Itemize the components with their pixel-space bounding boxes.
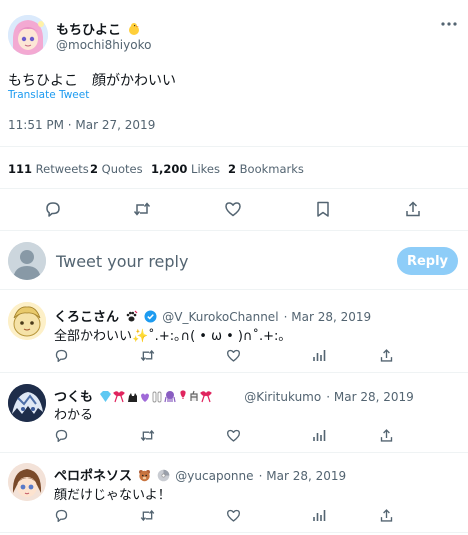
more-icon[interactable] bbox=[441, 21, 457, 27]
reply-avatar[interactable] bbox=[8, 463, 46, 501]
reply-author-handle[interactable]: @Kiritukumo bbox=[244, 390, 321, 404]
reply-text: 顔だけじゃないよ！ bbox=[54, 488, 171, 503]
reply-icon[interactable] bbox=[54, 508, 69, 523]
reply-icon[interactable] bbox=[44, 200, 62, 218]
reply-icon[interactable] bbox=[54, 348, 69, 363]
retweet-icon[interactable] bbox=[140, 348, 155, 363]
reply-date[interactable]: · Mar 28, 2019 bbox=[284, 310, 372, 324]
reply-text: わかる bbox=[54, 408, 94, 423]
like-icon[interactable] bbox=[226, 348, 241, 363]
stat-retweets[interactable]: 111 Retweets bbox=[8, 162, 89, 176]
reply-date[interactable]: · Mar 28, 2019 bbox=[259, 469, 347, 483]
reply-header: ペロポネソス @yucaponne · Mar 28, 2019 bbox=[54, 465, 346, 486]
translate-tweet-link[interactable]: Translate Tweet bbox=[8, 89, 89, 101]
divider bbox=[0, 289, 468, 290]
divider bbox=[0, 532, 468, 533]
divider bbox=[0, 146, 468, 147]
reply-author-handle[interactable]: @yucaponne bbox=[175, 469, 253, 483]
share-icon[interactable] bbox=[379, 508, 394, 523]
stat-count: 2 bbox=[228, 162, 237, 176]
divider bbox=[0, 452, 468, 453]
retweet-icon[interactable] bbox=[133, 200, 151, 218]
author-name-row[interactable]: もちひよこ bbox=[56, 19, 141, 40]
like-icon[interactable] bbox=[226, 508, 241, 523]
share-icon[interactable] bbox=[379, 428, 394, 443]
share-icon[interactable] bbox=[379, 348, 394, 363]
views-icon[interactable] bbox=[312, 428, 327, 443]
reply-avatar[interactable] bbox=[8, 384, 46, 422]
retweet-icon[interactable] bbox=[140, 508, 155, 523]
tweet-timestamp[interactable]: 11:51 PM · Mar 27, 2019 bbox=[8, 118, 155, 132]
stat-label: Bookmarks bbox=[239, 162, 304, 176]
stat-count: 111 bbox=[8, 162, 33, 176]
divider bbox=[0, 230, 468, 231]
reply-button[interactable]: Reply bbox=[397, 247, 458, 275]
tweet-text: もちひよこ 顔がかわいい bbox=[8, 73, 176, 89]
reply-author-name[interactable]: くろこさん bbox=[54, 310, 119, 325]
reply-author-name[interactable]: つくも bbox=[54, 390, 93, 405]
reply-author-name[interactable]: ペロポネソス bbox=[54, 469, 132, 484]
author-name[interactable]: もちひよこ bbox=[56, 23, 121, 38]
stat-label: Retweets bbox=[35, 162, 89, 176]
stat-quotes[interactable]: 2 Quotes bbox=[90, 162, 143, 176]
reply-text: 全部かわいい✨˚.+:｡∩( • ω • )∩˚.+:｡ bbox=[54, 329, 285, 344]
stat-count: 1,200 bbox=[151, 162, 188, 176]
like-icon[interactable] bbox=[224, 200, 242, 218]
reply-avatar[interactable] bbox=[8, 302, 46, 340]
my-avatar[interactable] bbox=[8, 242, 46, 280]
author-avatar[interactable] bbox=[8, 15, 48, 55]
like-icon[interactable] bbox=[226, 428, 241, 443]
views-icon[interactable] bbox=[312, 508, 327, 523]
share-icon[interactable] bbox=[404, 200, 422, 218]
emoji-string-icon bbox=[99, 388, 239, 407]
stat-likes[interactable]: 1,200 Likes bbox=[151, 162, 220, 176]
stat-count: 2 bbox=[90, 162, 99, 176]
bookmark-icon[interactable] bbox=[314, 200, 332, 218]
reply-header: つくも @Kiritukumo · Mar 28, 2019 bbox=[54, 386, 414, 407]
reply-input[interactable]: Tweet your reply bbox=[56, 252, 188, 271]
views-icon[interactable] bbox=[312, 348, 327, 363]
reply-icon[interactable] bbox=[54, 428, 69, 443]
author-handle[interactable]: @mochi8hiyoko bbox=[56, 38, 151, 52]
reply-author-handle[interactable]: @V_KurokoChannel bbox=[162, 310, 278, 324]
stat-label: Quotes bbox=[101, 162, 143, 176]
retweet-icon[interactable] bbox=[140, 428, 155, 443]
stat-label: Likes bbox=[191, 162, 220, 176]
stat-bookmarks[interactable]: 2 Bookmarks bbox=[228, 162, 304, 176]
reply-date[interactable]: · Mar 28, 2019 bbox=[326, 390, 414, 404]
divider bbox=[0, 372, 468, 373]
divider bbox=[0, 188, 468, 189]
reply-header: くろこさん @V_KurokoChannel · Mar 28, 2019 bbox=[54, 306, 371, 327]
